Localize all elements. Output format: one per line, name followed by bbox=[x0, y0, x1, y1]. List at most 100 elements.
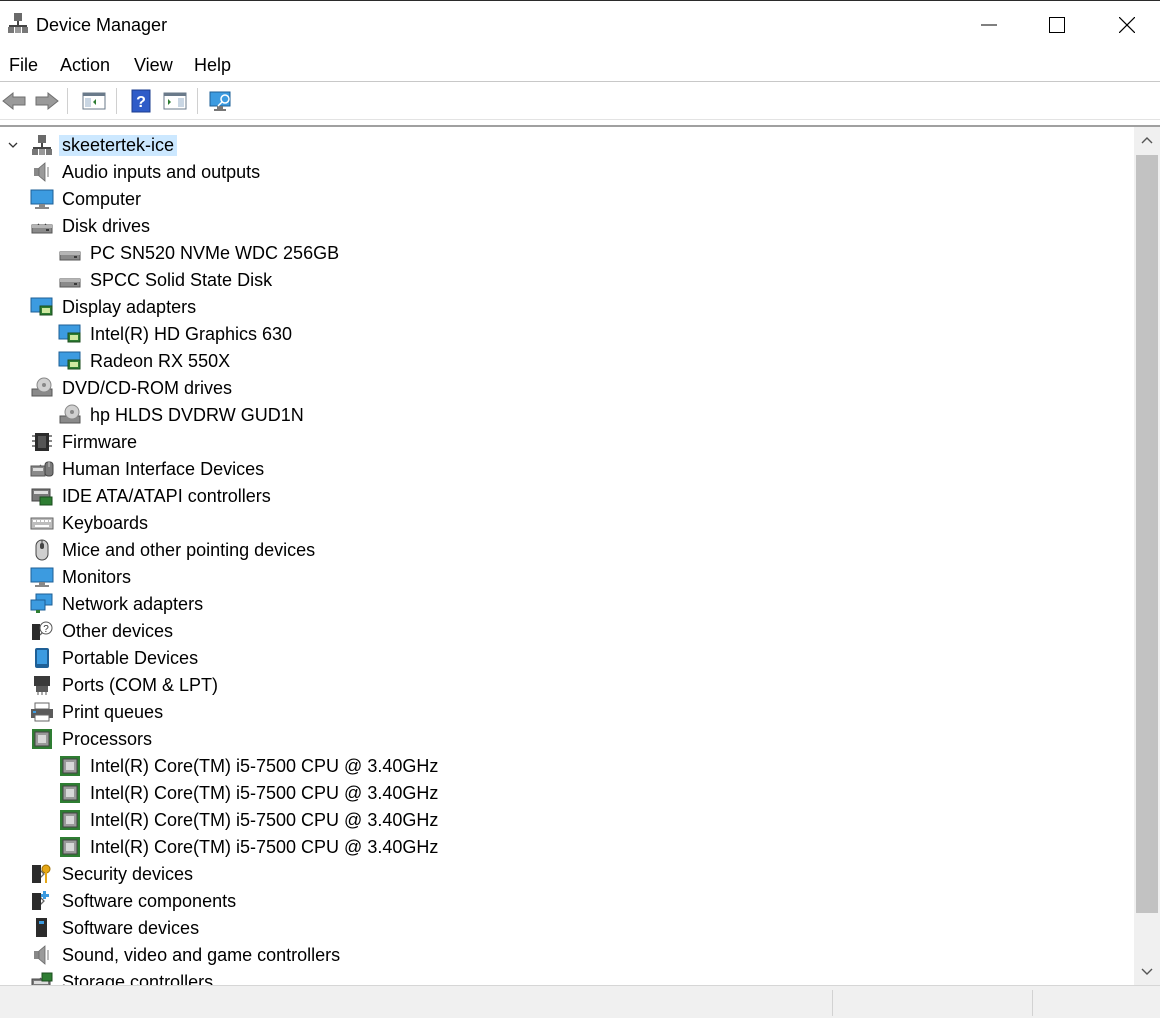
tree-category-row[interactable]: Display adapters bbox=[0, 294, 1134, 321]
scrollbar-thumb[interactable] bbox=[1136, 155, 1158, 913]
tree-item-label[interactable]: Intel(R) HD Graphics 630 bbox=[87, 324, 295, 345]
tree-root-row[interactable]: skeetertek-ice bbox=[0, 132, 1134, 159]
tree-item-label[interactable]: DVD/CD-ROM drives bbox=[59, 378, 235, 399]
tree-item-label[interactable]: Network adapters bbox=[59, 594, 206, 615]
tree-category-row[interactable]: IDE ATA/ATAPI controllers bbox=[0, 483, 1134, 510]
minimize-button[interactable] bbox=[954, 2, 1024, 48]
tree-item-label[interactable]: IDE ATA/ATAPI controllers bbox=[59, 486, 274, 507]
scan-hardware-monitor-icon bbox=[209, 91, 231, 111]
device-manager-icon bbox=[8, 13, 28, 33]
tree-category-row[interactable]: Storage controllers bbox=[0, 969, 1134, 985]
tree-item-label[interactable]: Disk drives bbox=[59, 216, 153, 237]
tree-device-row[interactable]: Intel(R) HD Graphics 630 bbox=[0, 321, 1134, 348]
tree-device-row[interactable]: PC SN520 NVMe WDC 256GB bbox=[0, 240, 1134, 267]
tree-category-row[interactable]: Portable Devices bbox=[0, 645, 1134, 672]
back-button[interactable] bbox=[0, 87, 28, 115]
tree-item-label[interactable]: SPCC Solid State Disk bbox=[87, 270, 275, 291]
properties-pane-button[interactable] bbox=[161, 87, 189, 115]
tree-device-row[interactable]: Intel(R) Core(TM) i5-7500 CPU @ 3.40GHz bbox=[0, 834, 1134, 861]
tree-item-label[interactable]: Keyboards bbox=[59, 513, 151, 534]
tree-item-label[interactable]: Intel(R) Core(TM) i5-7500 CPU @ 3.40GHz bbox=[87, 756, 441, 777]
tree-item-label[interactable]: Intel(R) Core(TM) i5-7500 CPU @ 3.40GHz bbox=[87, 810, 441, 831]
tree-item-label[interactable]: Audio inputs and outputs bbox=[59, 162, 263, 183]
menu-bar: File Action View Help bbox=[0, 51, 1160, 79]
toolbar-separator bbox=[0, 119, 1160, 120]
close-icon bbox=[1119, 17, 1135, 33]
tree-category-row[interactable]: Processors bbox=[0, 726, 1134, 753]
tree-item-label[interactable]: Monitors bbox=[59, 567, 134, 588]
tree-item-label[interactable]: Software components bbox=[59, 891, 239, 912]
port-icon bbox=[34, 676, 50, 695]
tree-item-label[interactable]: Sound, video and game controllers bbox=[59, 945, 343, 966]
tree-item-label[interactable]: Computer bbox=[59, 189, 144, 210]
tree-item-label[interactable]: Storage controllers bbox=[59, 972, 216, 985]
tree-device-row[interactable]: Intel(R) Core(TM) i5-7500 CPU @ 3.40GHz bbox=[0, 780, 1134, 807]
forward-button[interactable] bbox=[33, 87, 61, 115]
tree-category-row[interactable]: Software devices bbox=[0, 915, 1134, 942]
unknown-device-icon: ? bbox=[32, 621, 53, 640]
tree-device-row[interactable]: hp HLDS DVDRW GUD1N bbox=[0, 402, 1134, 429]
menu-action[interactable]: Action bbox=[60, 55, 110, 76]
processor-icon bbox=[60, 837, 80, 857]
tree-item-label[interactable]: Security devices bbox=[59, 864, 196, 885]
vertical-scrollbar[interactable] bbox=[1134, 127, 1160, 985]
tree-root-label[interactable]: skeetertek-ice bbox=[59, 135, 178, 156]
tree-category-row[interactable]: Keyboards bbox=[0, 510, 1134, 537]
tree-category-row[interactable]: ? Other devices bbox=[0, 618, 1134, 645]
menu-view[interactable]: View bbox=[134, 55, 173, 76]
title-bar[interactable]: Device Manager bbox=[0, 2, 1160, 48]
tree-item-label[interactable]: Portable Devices bbox=[59, 648, 201, 669]
tree-item-label[interactable]: Print queues bbox=[59, 702, 166, 723]
tree-item-label[interactable]: Other devices bbox=[59, 621, 176, 642]
tree-category-row[interactable]: Software components bbox=[0, 888, 1134, 915]
display-adapter-icon bbox=[30, 297, 53, 316]
tree-category-row[interactable]: Security devices bbox=[0, 861, 1134, 888]
maximize-button[interactable] bbox=[1022, 2, 1092, 48]
tree-device-row[interactable]: SPCC Solid State Disk bbox=[0, 267, 1134, 294]
tree-item-label[interactable]: Firmware bbox=[59, 432, 140, 453]
menu-help[interactable]: Help bbox=[194, 55, 231, 76]
chevron-down-icon[interactable] bbox=[7, 139, 19, 151]
tree-category-row[interactable]: Mice and other pointing devices bbox=[0, 537, 1134, 564]
menu-file[interactable]: File bbox=[9, 55, 38, 76]
tree-category-row[interactable]: Human Interface Devices bbox=[0, 456, 1134, 483]
tree-item-label[interactable]: Processors bbox=[59, 729, 155, 750]
close-button[interactable] bbox=[1092, 2, 1160, 48]
tree-item-label[interactable]: Display adapters bbox=[59, 297, 199, 318]
device-tree[interactable]: skeetertek-ice Audio inputs and outputs C… bbox=[0, 127, 1134, 985]
status-bar bbox=[0, 985, 1160, 1018]
tree-device-row[interactable]: Intel(R) Core(TM) i5-7500 CPU @ 3.40GHz bbox=[0, 807, 1134, 834]
tree-device-row[interactable]: Intel(R) Core(TM) i5-7500 CPU @ 3.40GHz bbox=[0, 753, 1134, 780]
tree-item-label[interactable]: hp HLDS DVDRW GUD1N bbox=[87, 405, 307, 426]
help-button[interactable]: ? bbox=[127, 87, 155, 115]
tree-item-label[interactable]: Human Interface Devices bbox=[59, 459, 267, 480]
tree-item-label[interactable]: Radeon RX 550X bbox=[87, 351, 233, 372]
tree-category-row[interactable]: Computer bbox=[0, 186, 1134, 213]
tree-category-row[interactable]: Firmware bbox=[0, 429, 1134, 456]
tree-item-label[interactable]: Intel(R) Core(TM) i5-7500 CPU @ 3.40GHz bbox=[87, 783, 441, 804]
tree-category-row[interactable]: Disk drives bbox=[0, 213, 1134, 240]
scroll-up-button[interactable] bbox=[1134, 131, 1160, 151]
tree-device-row[interactable]: Radeon RX 550X bbox=[0, 348, 1134, 375]
show-hide-console-tree-button[interactable] bbox=[80, 87, 108, 115]
status-cell bbox=[832, 990, 1033, 1016]
tree-item-label[interactable]: Mice and other pointing devices bbox=[59, 540, 318, 561]
device-manager-window: Device Manager File Action View Help ? s… bbox=[0, 0, 1160, 1018]
help-icon: ? bbox=[131, 89, 151, 113]
scroll-down-button[interactable] bbox=[1134, 961, 1160, 981]
tree-category-row[interactable]: Monitors bbox=[0, 564, 1134, 591]
processor-icon bbox=[60, 756, 80, 776]
tree-category-row[interactable]: DVD/CD-ROM drives bbox=[0, 375, 1134, 402]
scan-hardware-button[interactable] bbox=[207, 87, 235, 115]
tree-item-label[interactable]: PC SN520 NVMe WDC 256GB bbox=[87, 243, 342, 264]
status-cell bbox=[1032, 990, 1160, 1016]
tree-item-label[interactable]: Ports (COM & LPT) bbox=[59, 675, 221, 696]
tree-category-row[interactable]: Print queues bbox=[0, 699, 1134, 726]
tree-item-label[interactable]: Software devices bbox=[59, 918, 202, 939]
storage-controller-icon bbox=[31, 972, 53, 985]
tree-item-label[interactable]: Intel(R) Core(TM) i5-7500 CPU @ 3.40GHz bbox=[87, 837, 441, 858]
tree-category-row[interactable]: Ports (COM & LPT) bbox=[0, 672, 1134, 699]
tree-category-row[interactable]: Audio inputs and outputs bbox=[0, 159, 1134, 186]
tree-category-row[interactable]: Sound, video and game controllers bbox=[0, 942, 1134, 969]
tree-category-row[interactable]: Network adapters bbox=[0, 591, 1134, 618]
